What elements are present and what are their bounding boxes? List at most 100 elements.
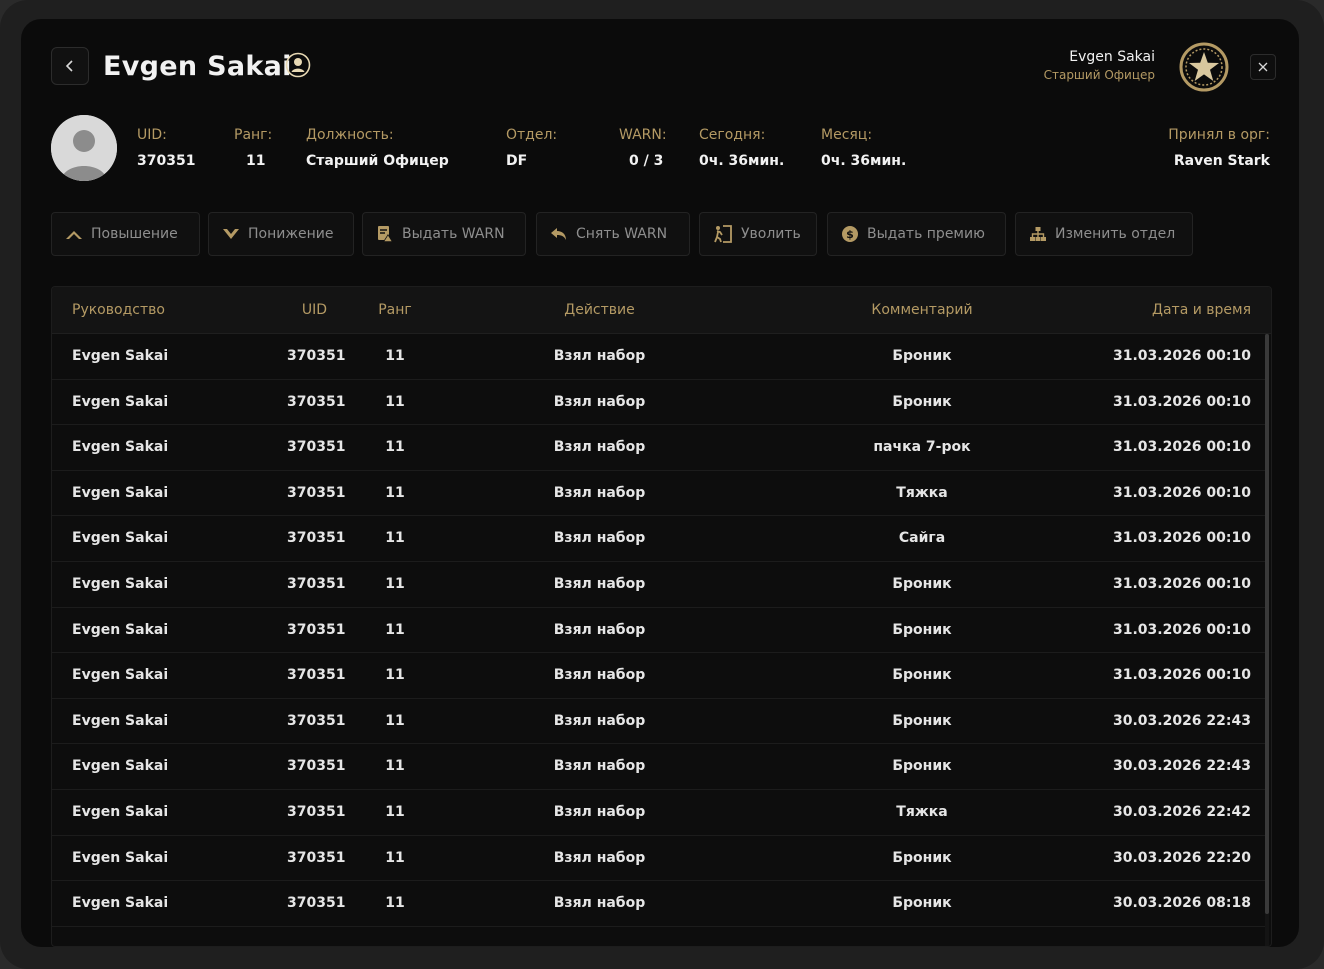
bonus-button-label: Выдать премию — [867, 226, 985, 242]
cell-action: Взял набор — [553, 667, 646, 684]
info-today-label: Сегодня: — [699, 127, 766, 143]
table-row[interactable]: Evgen Sakai 370351 11 Взял набор Тяжка 31.03.… — [52, 471, 1265, 517]
cell-uid: 370351 — [287, 895, 346, 912]
cell-action: Взял набор — [553, 575, 646, 592]
cell-datetime: 30.03.2026 22:43 — [1112, 758, 1251, 775]
cell-rank: 11 — [385, 803, 405, 820]
cell-comment: Броник — [892, 348, 952, 364]
cell-action: Взял набор — [553, 530, 646, 547]
promote-button[interactable]: Повышение — [51, 212, 200, 256]
page-title: Evgen Sakai — [103, 51, 292, 82]
demote-button[interactable]: Понижение — [208, 212, 354, 256]
info-department-label: Отдел: — [506, 127, 558, 143]
cell-datetime: 31.03.2026 00:10 — [1112, 348, 1251, 364]
column-header-rank: Ранг — [378, 302, 412, 318]
column-header-uid: UID — [301, 302, 328, 318]
table-row[interactable]: Evgen Sakai 370351 11 Взял набор Броник 30.03… — [52, 881, 1265, 927]
cell-manager: Evgen Sakai — [72, 849, 169, 866]
cell-uid: 370351 — [287, 849, 346, 866]
cell-uid: 370351 — [287, 530, 346, 547]
cell-manager: Evgen Sakai — [72, 575, 169, 592]
cell-rank: 11 — [385, 895, 405, 912]
cell-rank: 11 — [385, 849, 405, 866]
cell-rank: 11 — [385, 484, 405, 501]
history-table: Руководство UID Ранг Действие Комментари… — [51, 286, 1272, 947]
table-row[interactable]: Evgen Sakai 370351 11 Взял набор Броник 31.03… — [52, 562, 1265, 608]
cell-datetime: 31.03.2026 00:10 — [1112, 575, 1251, 592]
cell-comment: Броник — [892, 895, 952, 912]
cell-comment: Броник — [892, 758, 952, 775]
cell-action: Взял набор — [553, 348, 646, 364]
cell-comment: Броник — [892, 393, 952, 410]
issue-warn-button-label: Выдать WARN — [402, 226, 505, 242]
avatar-placeholder-icon — [51, 115, 117, 181]
cell-datetime: 31.03.2026 00:10 — [1112, 667, 1251, 684]
close-button[interactable] — [1250, 54, 1276, 80]
table-row[interactable]: Evgen Sakai 370351 11 Взял набор Броник 31.03… — [52, 653, 1265, 699]
chevron-left-icon — [65, 60, 73, 72]
change-department-button-label: Изменить отдел — [1055, 226, 1176, 242]
cell-datetime: 30.03.2026 22:42 — [1112, 803, 1251, 820]
cell-comment: Броник — [892, 712, 952, 729]
cell-uid: 370351 — [287, 393, 346, 410]
info-month-value: 0ч. 36мин. — [821, 153, 907, 169]
avatar — [51, 115, 117, 181]
cell-datetime: 31.03.2026 00:10 — [1112, 439, 1251, 456]
cell-action: Взял набор — [553, 758, 646, 775]
table-row[interactable]: Evgen Sakai 370351 11 Взял набор Броник 31.03… — [52, 608, 1265, 654]
warn-doc-icon — [378, 226, 393, 242]
cell-manager: Evgen Sakai — [72, 712, 169, 729]
cell-rank: 11 — [385, 439, 405, 456]
promote-button-label: Повышение — [91, 226, 178, 242]
cell-action: Взял набор — [553, 484, 646, 501]
undo-icon — [551, 228, 566, 240]
cell-comment: Тяжка — [896, 803, 948, 820]
scrollbar-thumb[interactable] — [1265, 334, 1269, 914]
cell-datetime: 31.03.2026 00:10 — [1112, 393, 1251, 410]
table-row[interactable]: Evgen Sakai 370351 11 Взял набор Броник 31.03… — [52, 380, 1265, 426]
cell-uid: 370351 — [287, 575, 346, 592]
cell-datetime: 30.03.2026 22:20 — [1112, 849, 1251, 866]
info-rank-label: Ранг: — [234, 127, 273, 143]
back-button[interactable] — [51, 47, 89, 85]
cell-comment: Сайга — [898, 530, 946, 547]
table-row[interactable]: Evgen Sakai 370351 11 Взял набор Сайга 31.03.… — [52, 516, 1265, 562]
cell-uid: 370351 — [287, 667, 346, 684]
table-row[interactable]: Evgen Sakai 370351 11 Взял набор Броник 30.03… — [52, 744, 1265, 790]
cell-action: Взял набор — [553, 393, 646, 410]
cell-action: Взял набор — [553, 621, 646, 638]
cell-action: Взял набор — [553, 803, 646, 820]
cell-uid: 370351 — [287, 803, 346, 820]
cell-manager: Evgen Sakai — [72, 758, 169, 775]
table-row[interactable]: Evgen Sakai 370351 11 Взял набор Тяжка 30.03.… — [52, 790, 1265, 836]
column-header-datetime: Дата и время — [1152, 302, 1251, 318]
cell-rank: 11 — [385, 621, 405, 638]
bonus-button[interactable]: $ Выдать премию — [827, 212, 1006, 256]
close-icon — [1258, 62, 1268, 72]
cell-comment: Броник — [892, 667, 952, 684]
cell-uid: 370351 — [287, 348, 346, 364]
cell-manager: Evgen Sakai — [72, 484, 169, 501]
cell-datetime: 31.03.2026 00:10 — [1112, 621, 1251, 638]
issue-warn-button[interactable]: Выдать WARN — [362, 212, 526, 256]
table-row[interactable]: Evgen Sakai 370351 11 Взял набор Броник 31.03… — [52, 334, 1265, 380]
info-uid-value: 370351 — [137, 153, 196, 169]
cell-manager: Evgen Sakai — [72, 348, 169, 364]
remove-warn-button[interactable]: Снять WARN — [536, 212, 690, 256]
change-department-button[interactable]: Изменить отдел — [1015, 212, 1193, 256]
info-month: Месяц: 0ч. 36мин. — [821, 125, 906, 171]
info-department: Отдел: DF — [506, 125, 557, 171]
cell-rank: 11 — [385, 667, 405, 684]
table-row[interactable]: Evgen Sakai 370351 11 Взял набор Броник 30.03… — [52, 836, 1265, 882]
cell-action: Взял набор — [553, 712, 646, 729]
table-row[interactable]: Evgen Sakai 370351 11 Взял набор Броник 30.03… — [52, 699, 1265, 745]
remove-warn-button-label: Снять WARN — [576, 226, 668, 242]
current-user: Evgen Sakai Старший Офицер — [1044, 47, 1155, 83]
info-accepted-value: Raven Stark — [1173, 153, 1270, 169]
fire-button-label: Уволить — [741, 226, 801, 242]
table-row[interactable]: Evgen Sakai 370351 11 Взял набор пачка 7-рок… — [52, 425, 1265, 471]
info-rank-value: 11 — [246, 153, 266, 169]
fire-button[interactable]: Уволить — [699, 212, 817, 256]
column-header-comment: Комментарий — [871, 302, 973, 318]
cell-action: Взял набор — [553, 895, 646, 912]
